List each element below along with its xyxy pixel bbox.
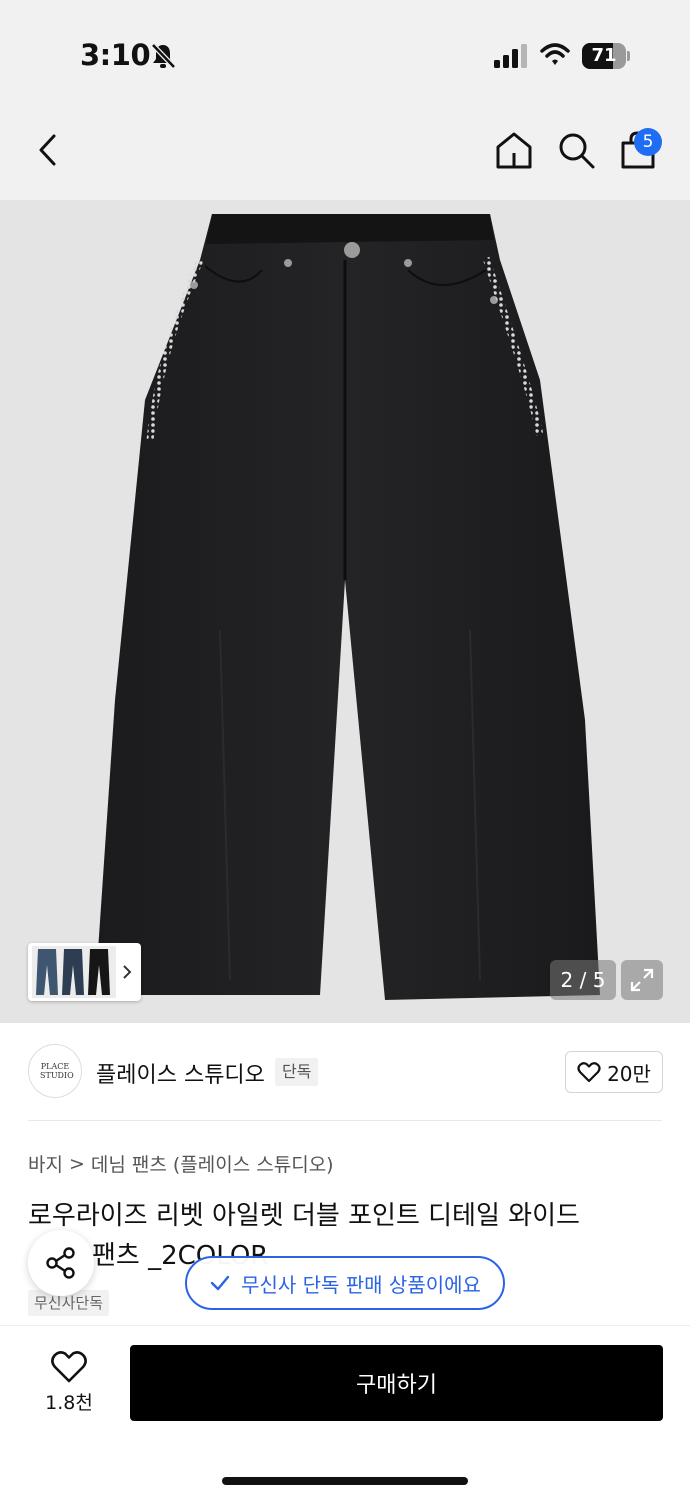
brand-logo-text: PLACE STUDIO — [40, 1062, 74, 1080]
status-time: 3:10 — [80, 38, 151, 72]
home-button[interactable] — [492, 128, 536, 172]
expand-icon — [630, 968, 654, 992]
brand-like-count: 20만 — [607, 1061, 651, 1086]
exclusive-toast: 무신사 단독 판매 상품이에요 — [185, 1256, 505, 1310]
wishlist-heart-icon[interactable] — [50, 1350, 88, 1384]
toast-text: 무신사 단독 판매 상품이에요 — [241, 1272, 481, 1297]
search-icon — [559, 133, 595, 169]
buy-button[interactable]: 구매하기 — [130, 1345, 663, 1421]
home-icon — [496, 132, 532, 169]
share-button[interactable] — [28, 1230, 94, 1296]
status-bar: 3:10 71 — [0, 0, 690, 100]
signal-icon — [494, 44, 527, 68]
brand-name[interactable]: 플레이스 스튜디오 — [96, 1057, 265, 1089]
nav-bar — [0, 100, 690, 200]
breadcrumb-separator: > — [68, 1152, 85, 1175]
battery-level: 71 — [591, 45, 617, 66]
chevron-left-icon — [39, 134, 56, 166]
search-button[interactable] — [554, 128, 598, 172]
heart-icon — [577, 1062, 601, 1083]
check-icon — [210, 1275, 230, 1291]
share-icon — [46, 1247, 75, 1279]
brand-logo[interactable]: PLACE STUDIO — [28, 1044, 82, 1098]
image-counter: 2 / 5 — [550, 960, 616, 1000]
wifi-icon — [540, 43, 570, 65]
breadcrumb-subcategory[interactable]: 데님 팬츠 (플레이스 스튜디오) — [91, 1150, 334, 1177]
thumbnail-strip[interactable] — [28, 943, 141, 1001]
cart-count-badge: 5 — [634, 128, 662, 156]
brand-like-button[interactable]: 20만 — [565, 1051, 663, 1093]
product-image-gallery[interactable] — [0, 200, 690, 1023]
exclusive-tag: 단독 — [275, 1058, 319, 1086]
bell-off-icon — [151, 43, 176, 69]
product-image-jeans — [95, 214, 600, 1000]
back-button[interactable] — [26, 128, 70, 172]
breadcrumb-category[interactable]: 바지 — [28, 1150, 63, 1177]
home-indicator — [222, 1477, 468, 1485]
chevron-right-icon — [123, 965, 132, 979]
wishlist-count: 1.8천 — [45, 1392, 93, 1414]
breadcrumb: 바지 > 데님 팬츠 (플레이스 스튜디오) — [28, 1150, 334, 1177]
expand-button[interactable] — [621, 960, 663, 1000]
battery-icon: 71 — [582, 43, 630, 69]
divider — [28, 1120, 662, 1121]
product-title-line-1: 로우라이즈 리벳 아일렛 더블 포인트 디테일 와이드 — [28, 1201, 580, 1231]
thumbnail-image — [32, 946, 132, 998]
